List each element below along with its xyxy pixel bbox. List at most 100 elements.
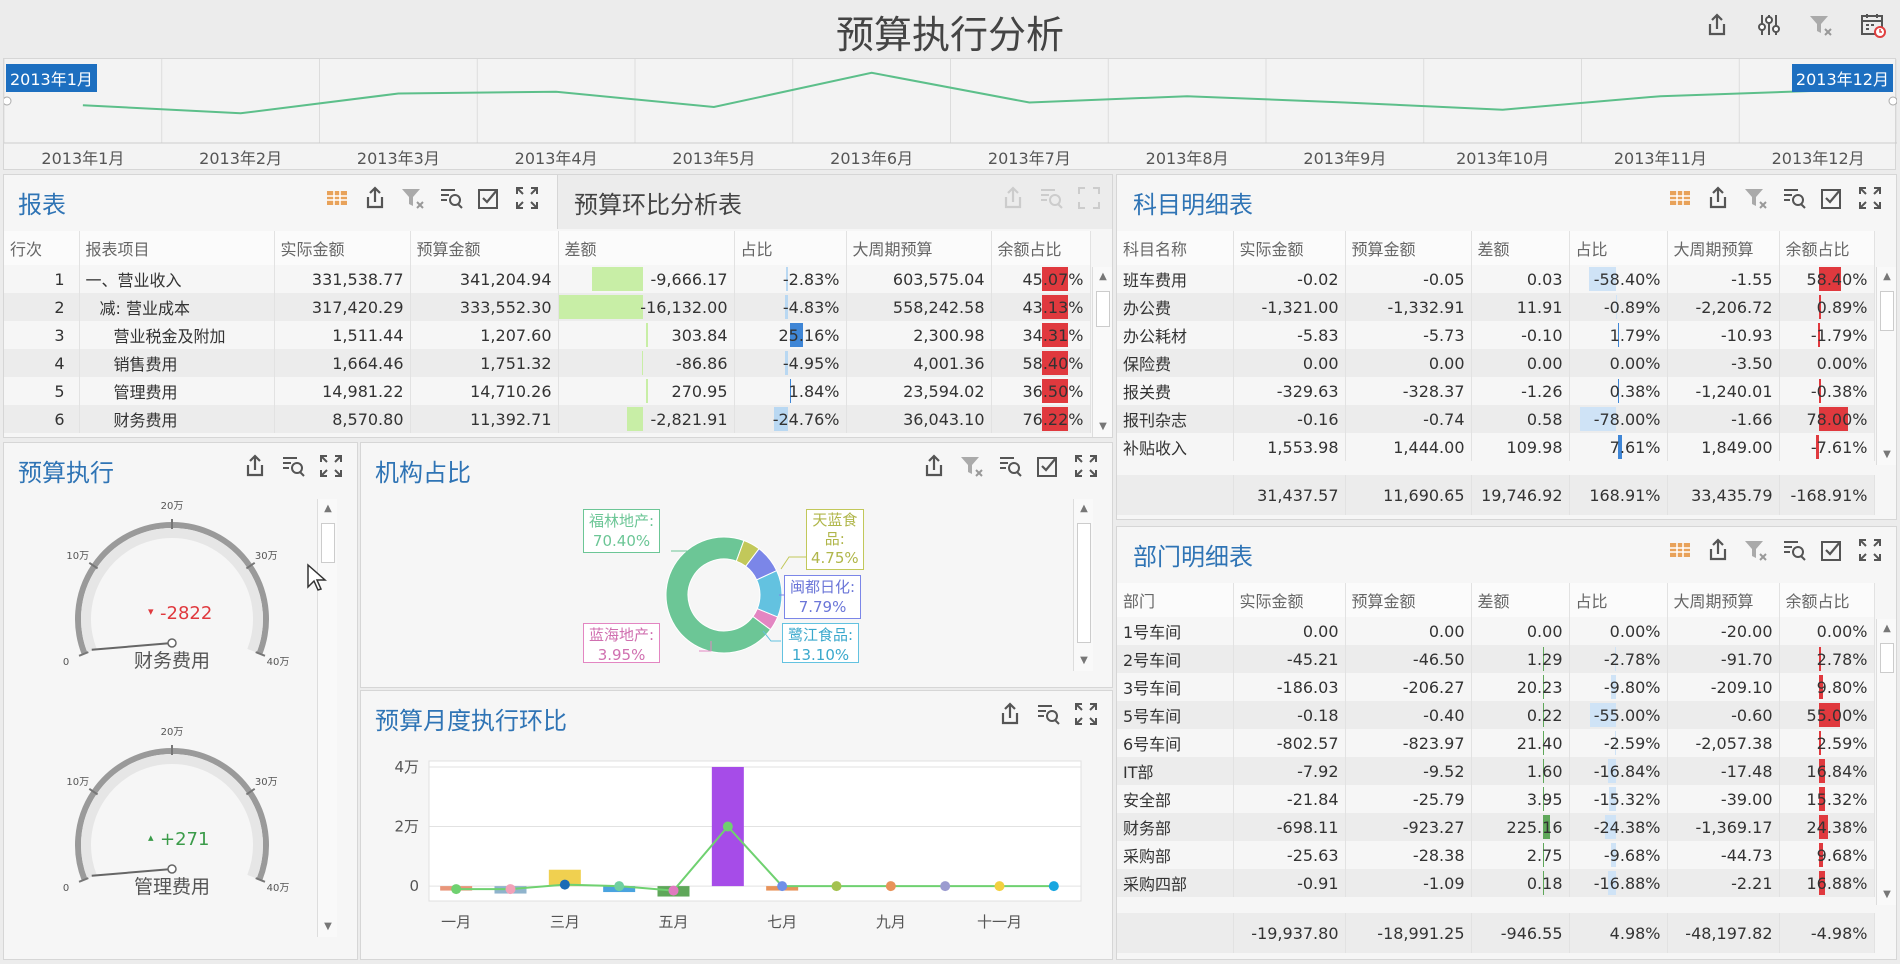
range-end-badge[interactable]: 2013年12月 — [1791, 64, 1893, 92]
scroll-down-arrow[interactable]: ▼ — [1877, 445, 1897, 465]
clear-filter-icon[interactable] — [1743, 537, 1769, 563]
column-header[interactable]: 余额占比 — [1779, 583, 1875, 617]
table-row[interactable]: 班车费用 -0.02 -0.05 0.03 -58.40% -1.55 58.40% — [1117, 265, 1875, 293]
timeline-month-label[interactable]: 2013年2月 — [181, 145, 301, 169]
column-header[interactable]: 预算金额 — [410, 231, 559, 265]
table-row[interactable]: 办公费 -1,321.00 -1,332.91 11.91 -0.89% -2,206.7… — [1117, 293, 1875, 321]
fullscreen-icon[interactable] — [1073, 701, 1099, 727]
timeline-month-label[interactable]: 2013年6月 — [812, 145, 932, 169]
table-row[interactable]: 采购四部 -0.91 -1.09 0.18 -16.88% -2.21 16.88% — [1117, 869, 1875, 897]
trend-point[interactable] — [668, 885, 679, 896]
fullscreen-icon[interactable] — [1857, 537, 1883, 563]
column-header[interactable]: 大周期预算 — [846, 231, 992, 265]
timeline-month-label[interactable]: 2013年3月 — [338, 145, 458, 169]
scroll-thumb[interactable] — [1880, 291, 1894, 331]
column-header[interactable]: 预算金额 — [1345, 231, 1472, 265]
trend-point[interactable] — [451, 884, 462, 895]
scroll-thumb[interactable] — [321, 523, 335, 563]
drill-search-icon[interactable] — [997, 453, 1023, 479]
drill-search-icon[interactable] — [1035, 701, 1061, 727]
trend-point[interactable] — [885, 881, 896, 892]
table-row[interactable]: 2 减: 营业成本 317,420.29 333,552.30 -16,132.00 -4… — [4, 293, 1091, 321]
drill-search-icon[interactable] — [1781, 185, 1807, 211]
report-scrollbar[interactable]: ▲ ▼ — [1092, 267, 1112, 437]
column-header[interactable]: 部门 — [1117, 583, 1234, 617]
export-icon[interactable] — [921, 453, 947, 479]
share-icon[interactable] — [1704, 12, 1730, 38]
checkbox-icon[interactable] — [1819, 185, 1845, 211]
table-row[interactable]: 报刊杂志 -0.16 -0.74 0.58 -78.00% -1.66 78.00% — [1117, 405, 1875, 433]
checkbox-icon[interactable] — [476, 185, 502, 211]
trend-point[interactable] — [994, 881, 1005, 892]
table-grid-icon[interactable] — [324, 185, 350, 211]
column-header[interactable]: 占比 — [1569, 583, 1668, 617]
drill-search-icon[interactable] — [1038, 185, 1064, 211]
trend-point[interactable] — [722, 821, 733, 832]
trend-point[interactable] — [831, 881, 842, 892]
timeline-month-label[interactable]: 2013年12月 — [1758, 145, 1878, 169]
export-icon[interactable] — [1705, 185, 1731, 211]
drill-search-icon[interactable] — [1781, 537, 1807, 563]
column-header[interactable]: 科目名称 — [1117, 231, 1234, 265]
scroll-down-arrow[interactable]: ▼ — [318, 917, 338, 937]
column-header[interactable]: 预算金额 — [1345, 583, 1472, 617]
scroll-down-arrow[interactable]: ▼ — [1093, 417, 1113, 437]
drill-search-icon[interactable] — [280, 453, 306, 479]
column-header[interactable]: 实际金额 — [274, 231, 411, 265]
settings-sliders-icon[interactable] — [1756, 12, 1782, 38]
table-row[interactable]: 报关费 -329.63 -328.37 -1.26 0.38% -1,240.01 -0.3… — [1117, 377, 1875, 405]
checkbox-icon[interactable] — [1819, 537, 1845, 563]
budget-compare-tab[interactable]: 预算环比分析表 — [557, 175, 1112, 229]
column-header[interactable]: 大周期预算 — [1667, 583, 1780, 617]
export-icon[interactable] — [1000, 185, 1026, 211]
timeline-month-label[interactable]: 2013年10月 — [1443, 145, 1563, 169]
calendar-icon[interactable] — [1860, 12, 1886, 38]
fullscreen-icon[interactable] — [1073, 453, 1099, 479]
trend-point[interactable] — [559, 879, 570, 890]
table-row[interactable]: 5号车间 -0.18 -0.40 0.22 -55.00% -0.60 55.00% — [1117, 701, 1875, 729]
table-row[interactable]: 安全部 -21.84 -25.79 3.95 -15.32% -39.00 15.32% — [1117, 785, 1875, 813]
checkbox-icon[interactable] — [1035, 453, 1061, 479]
range-end-handle[interactable] — [1888, 96, 1897, 106]
table-row[interactable]: 采购部 -25.63 -28.38 2.75 -9.68% -44.73 9.68% — [1117, 841, 1875, 869]
column-header[interactable]: 实际金额 — [1233, 231, 1346, 265]
timeline-month-label[interactable]: 2013年4月 — [496, 145, 616, 169]
scroll-up-arrow[interactable]: ▲ — [1074, 499, 1094, 519]
column-header[interactable]: 余额占比 — [991, 231, 1091, 265]
table-row[interactable]: 办公耗材 -5.83 -5.73 -0.10 1.79% -10.93 -1.79% — [1117, 321, 1875, 349]
trend-point[interactable] — [505, 884, 516, 895]
fullscreen-icon[interactable] — [1857, 185, 1883, 211]
trend-point[interactable] — [614, 881, 625, 892]
table-grid-icon[interactable] — [1667, 537, 1693, 563]
export-icon[interactable] — [1705, 537, 1731, 563]
export-icon[interactable] — [997, 701, 1023, 727]
table-row[interactable]: 5 管理费用 14,981.22 14,710.26 270.95 1.84% 23,594… — [4, 377, 1091, 405]
scroll-thumb[interactable] — [1880, 643, 1894, 673]
range-start-handle[interactable] — [4, 96, 12, 106]
column-header[interactable]: 实际金额 — [1233, 583, 1346, 617]
column-header[interactable]: 余额占比 — [1779, 231, 1875, 265]
subject-scrollbar[interactable]: ▲ ▼ — [1876, 267, 1896, 465]
range-start-badge[interactable]: 2013年1月 — [6, 64, 97, 92]
scroll-up-arrow[interactable]: ▲ — [1877, 619, 1897, 639]
table-row[interactable]: 6号车间 -802.57 -823.97 21.40 -2.59% -2,057.38 2.… — [1117, 729, 1875, 757]
table-row[interactable]: 6 财务费用 8,570.80 11,392.71 -2,821.91 -24.76% 36… — [4, 405, 1091, 433]
timeline-month-label[interactable]: 2013年5月 — [654, 145, 774, 169]
scroll-up-arrow[interactable]: ▲ — [1877, 267, 1897, 287]
table-row[interactable]: 3号车间 -186.03 -206.27 20.23 -9.80% -209.10 9.80… — [1117, 673, 1875, 701]
export-icon[interactable] — [362, 185, 388, 211]
clear-filter-icon[interactable] — [959, 453, 985, 479]
fullscreen-icon[interactable] — [318, 453, 344, 479]
column-header[interactable]: 报表项目 — [79, 231, 275, 265]
column-header[interactable]: 占比 — [734, 231, 847, 265]
table-row[interactable]: 3 营业税金及附加 1,511.44 1,207.60 303.84 25.16% 2,30… — [4, 321, 1091, 349]
timeline-month-label[interactable]: 2013年1月 — [23, 145, 143, 169]
table-row[interactable]: 财务部 -698.11 -923.27 225.16 -24.38% -1,369.17 2… — [1117, 813, 1875, 841]
timeline-month-label[interactable]: 2013年9月 — [1285, 145, 1405, 169]
timeline-month-label[interactable]: 2013年8月 — [1127, 145, 1247, 169]
scroll-up-arrow[interactable]: ▲ — [318, 499, 338, 519]
trend-point[interactable] — [777, 881, 788, 892]
clear-filter-icon[interactable] — [400, 185, 426, 211]
dept-scrollbar[interactable]: ▲ ▼ — [1876, 619, 1896, 905]
column-header[interactable]: 差额 — [1471, 583, 1570, 617]
